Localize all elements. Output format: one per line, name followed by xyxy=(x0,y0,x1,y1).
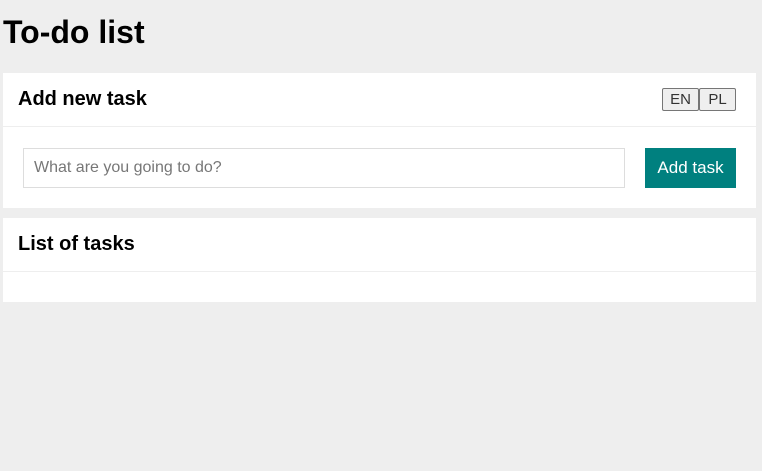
add-task-form: Add task xyxy=(23,148,736,188)
language-button-pl[interactable]: PL xyxy=(699,88,736,111)
task-list-panel: List of tasks xyxy=(3,218,756,302)
new-task-input[interactable] xyxy=(23,148,625,188)
language-button-en[interactable]: EN xyxy=(662,88,699,111)
task-list-panel-header: List of tasks xyxy=(3,218,756,272)
language-switch: EN PL xyxy=(662,88,736,111)
page-title: To-do list xyxy=(3,14,145,50)
add-task-panel-header: Add new task EN PL xyxy=(3,73,756,127)
add-task-button[interactable]: Add task xyxy=(645,148,736,188)
task-list-heading: List of tasks xyxy=(18,233,135,255)
add-task-heading: Add new task xyxy=(18,88,147,110)
add-task-panel: Add new task EN PL Add task xyxy=(3,73,756,208)
